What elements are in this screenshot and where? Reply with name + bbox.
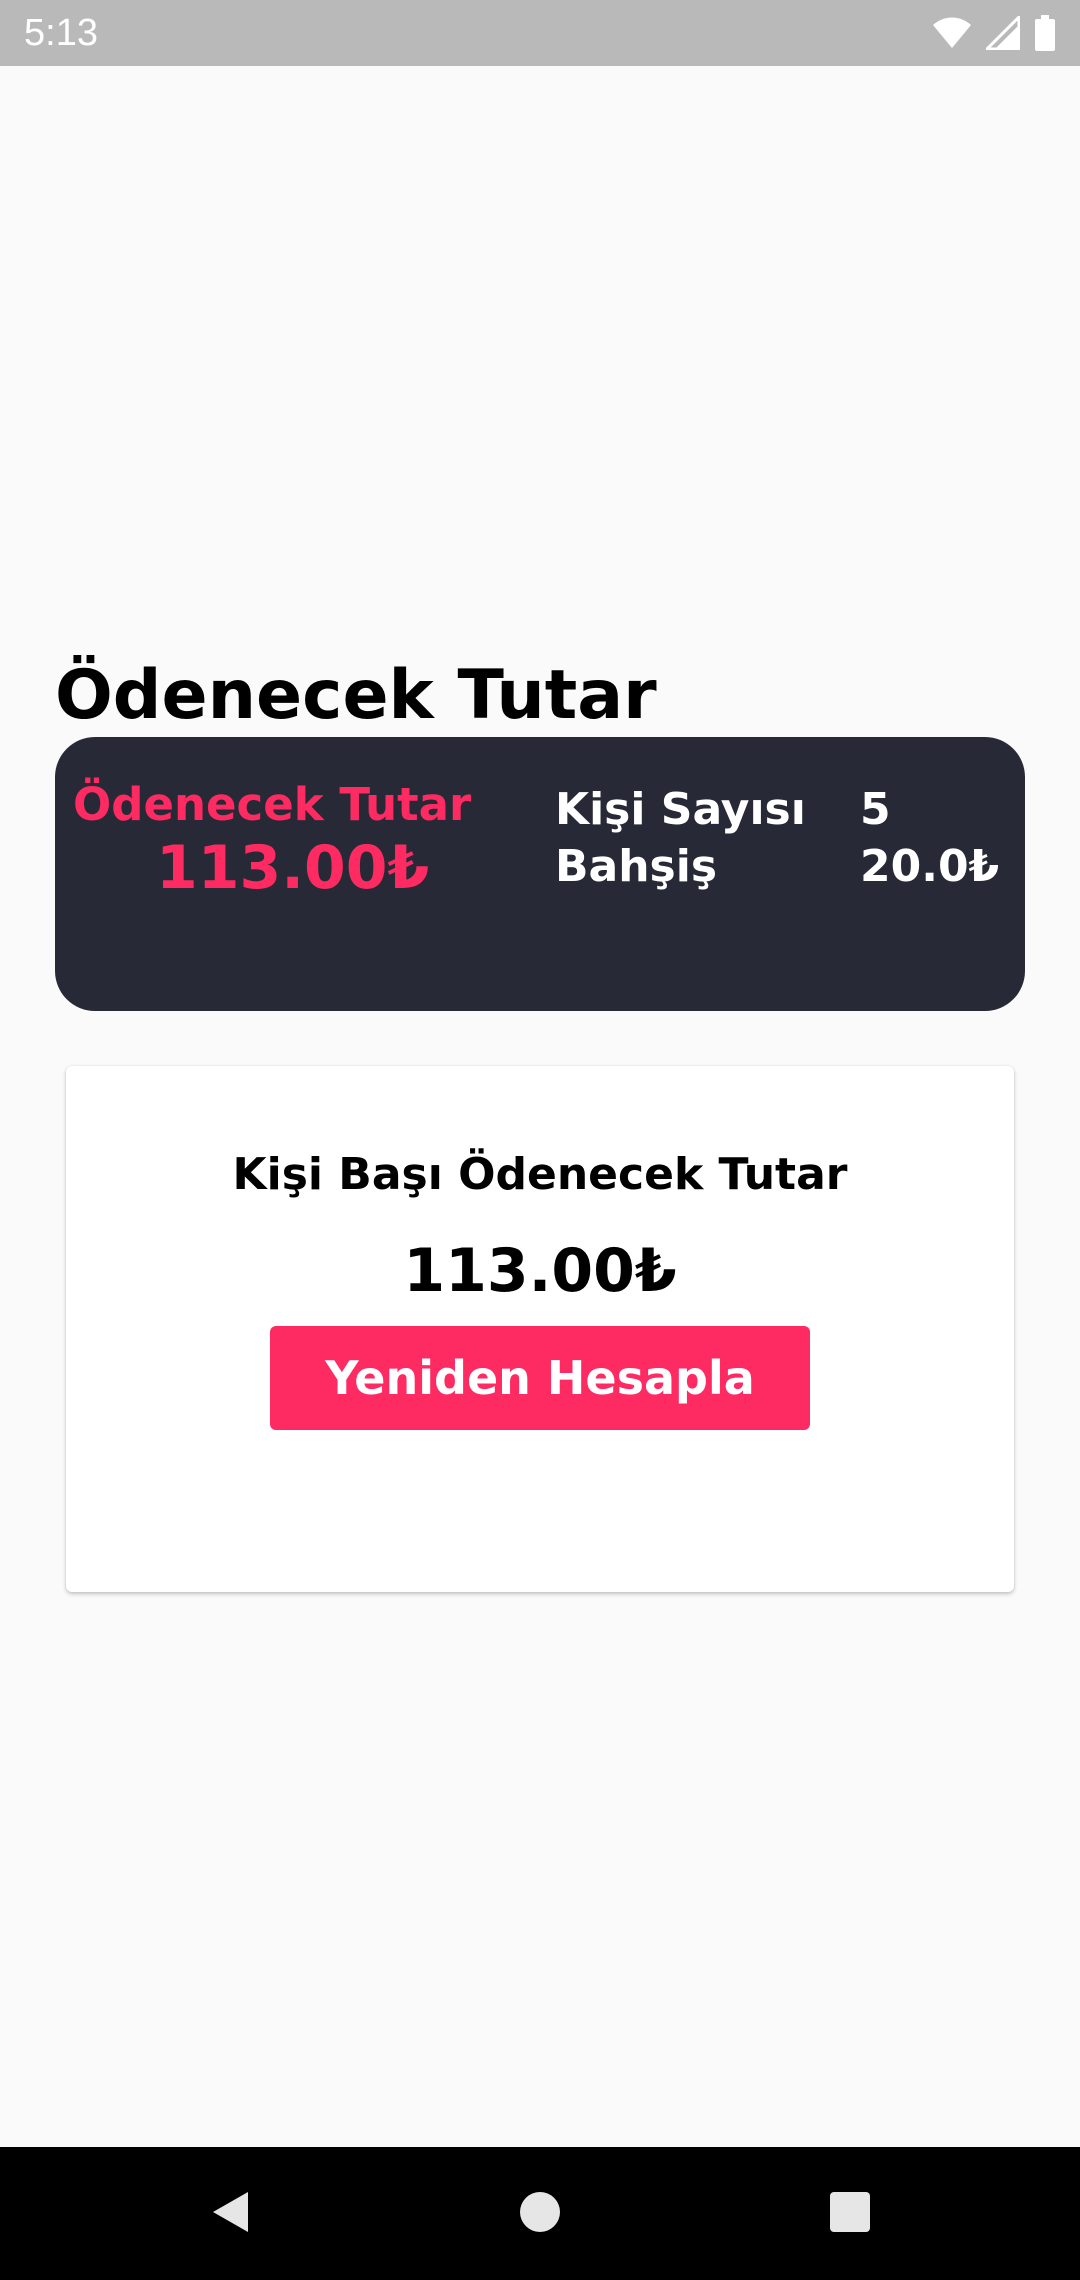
back-icon (210, 2190, 250, 2238)
per-person-card: Kişi Başı Ödenecek Tutar 113.00₺ Yeniden… (66, 1066, 1014, 1592)
total-label: Ödenecek Tutar (73, 778, 472, 831)
tip-label: Bahşiş (555, 841, 718, 892)
signal-icon (986, 16, 1020, 50)
status-time: 5:13 (24, 12, 98, 54)
summary-card: Ödenecek Tutar 113.00₺ Kişi Sayısı Bahşi… (55, 737, 1025, 1011)
back-button[interactable] (190, 2147, 270, 2280)
summary-values: 5 20.0₺ (860, 781, 999, 895)
home-icon (519, 2191, 561, 2237)
summary-total-group: Ödenecek Tutar 113.00₺ (73, 777, 593, 903)
battery-icon (1034, 15, 1056, 51)
navigation-bar (0, 2147, 1080, 2280)
page-title: Ödenecek Tutar (55, 656, 657, 735)
per-person-amount: 113.00₺ (403, 1236, 677, 1306)
recalculate-button[interactable]: Yeniden Hesapla (270, 1326, 810, 1430)
total-value: 113.00₺ (156, 833, 430, 903)
status-bar: 5:13 (0, 0, 1080, 66)
home-button[interactable] (500, 2147, 580, 2280)
per-person-label: Kişi Başı Ödenecek Tutar (232, 1149, 848, 1200)
status-icons (932, 14, 1056, 52)
recents-button[interactable] (810, 2147, 890, 2280)
tip-value: 20.0₺ (860, 841, 1000, 892)
people-count-value: 5 (860, 784, 891, 835)
wifi-icon (932, 17, 972, 49)
recents-icon (830, 2191, 870, 2236)
people-count-label: Kişi Sayısı (555, 784, 806, 835)
summary-keys: Kişi Sayısı Bahşiş (555, 781, 806, 895)
